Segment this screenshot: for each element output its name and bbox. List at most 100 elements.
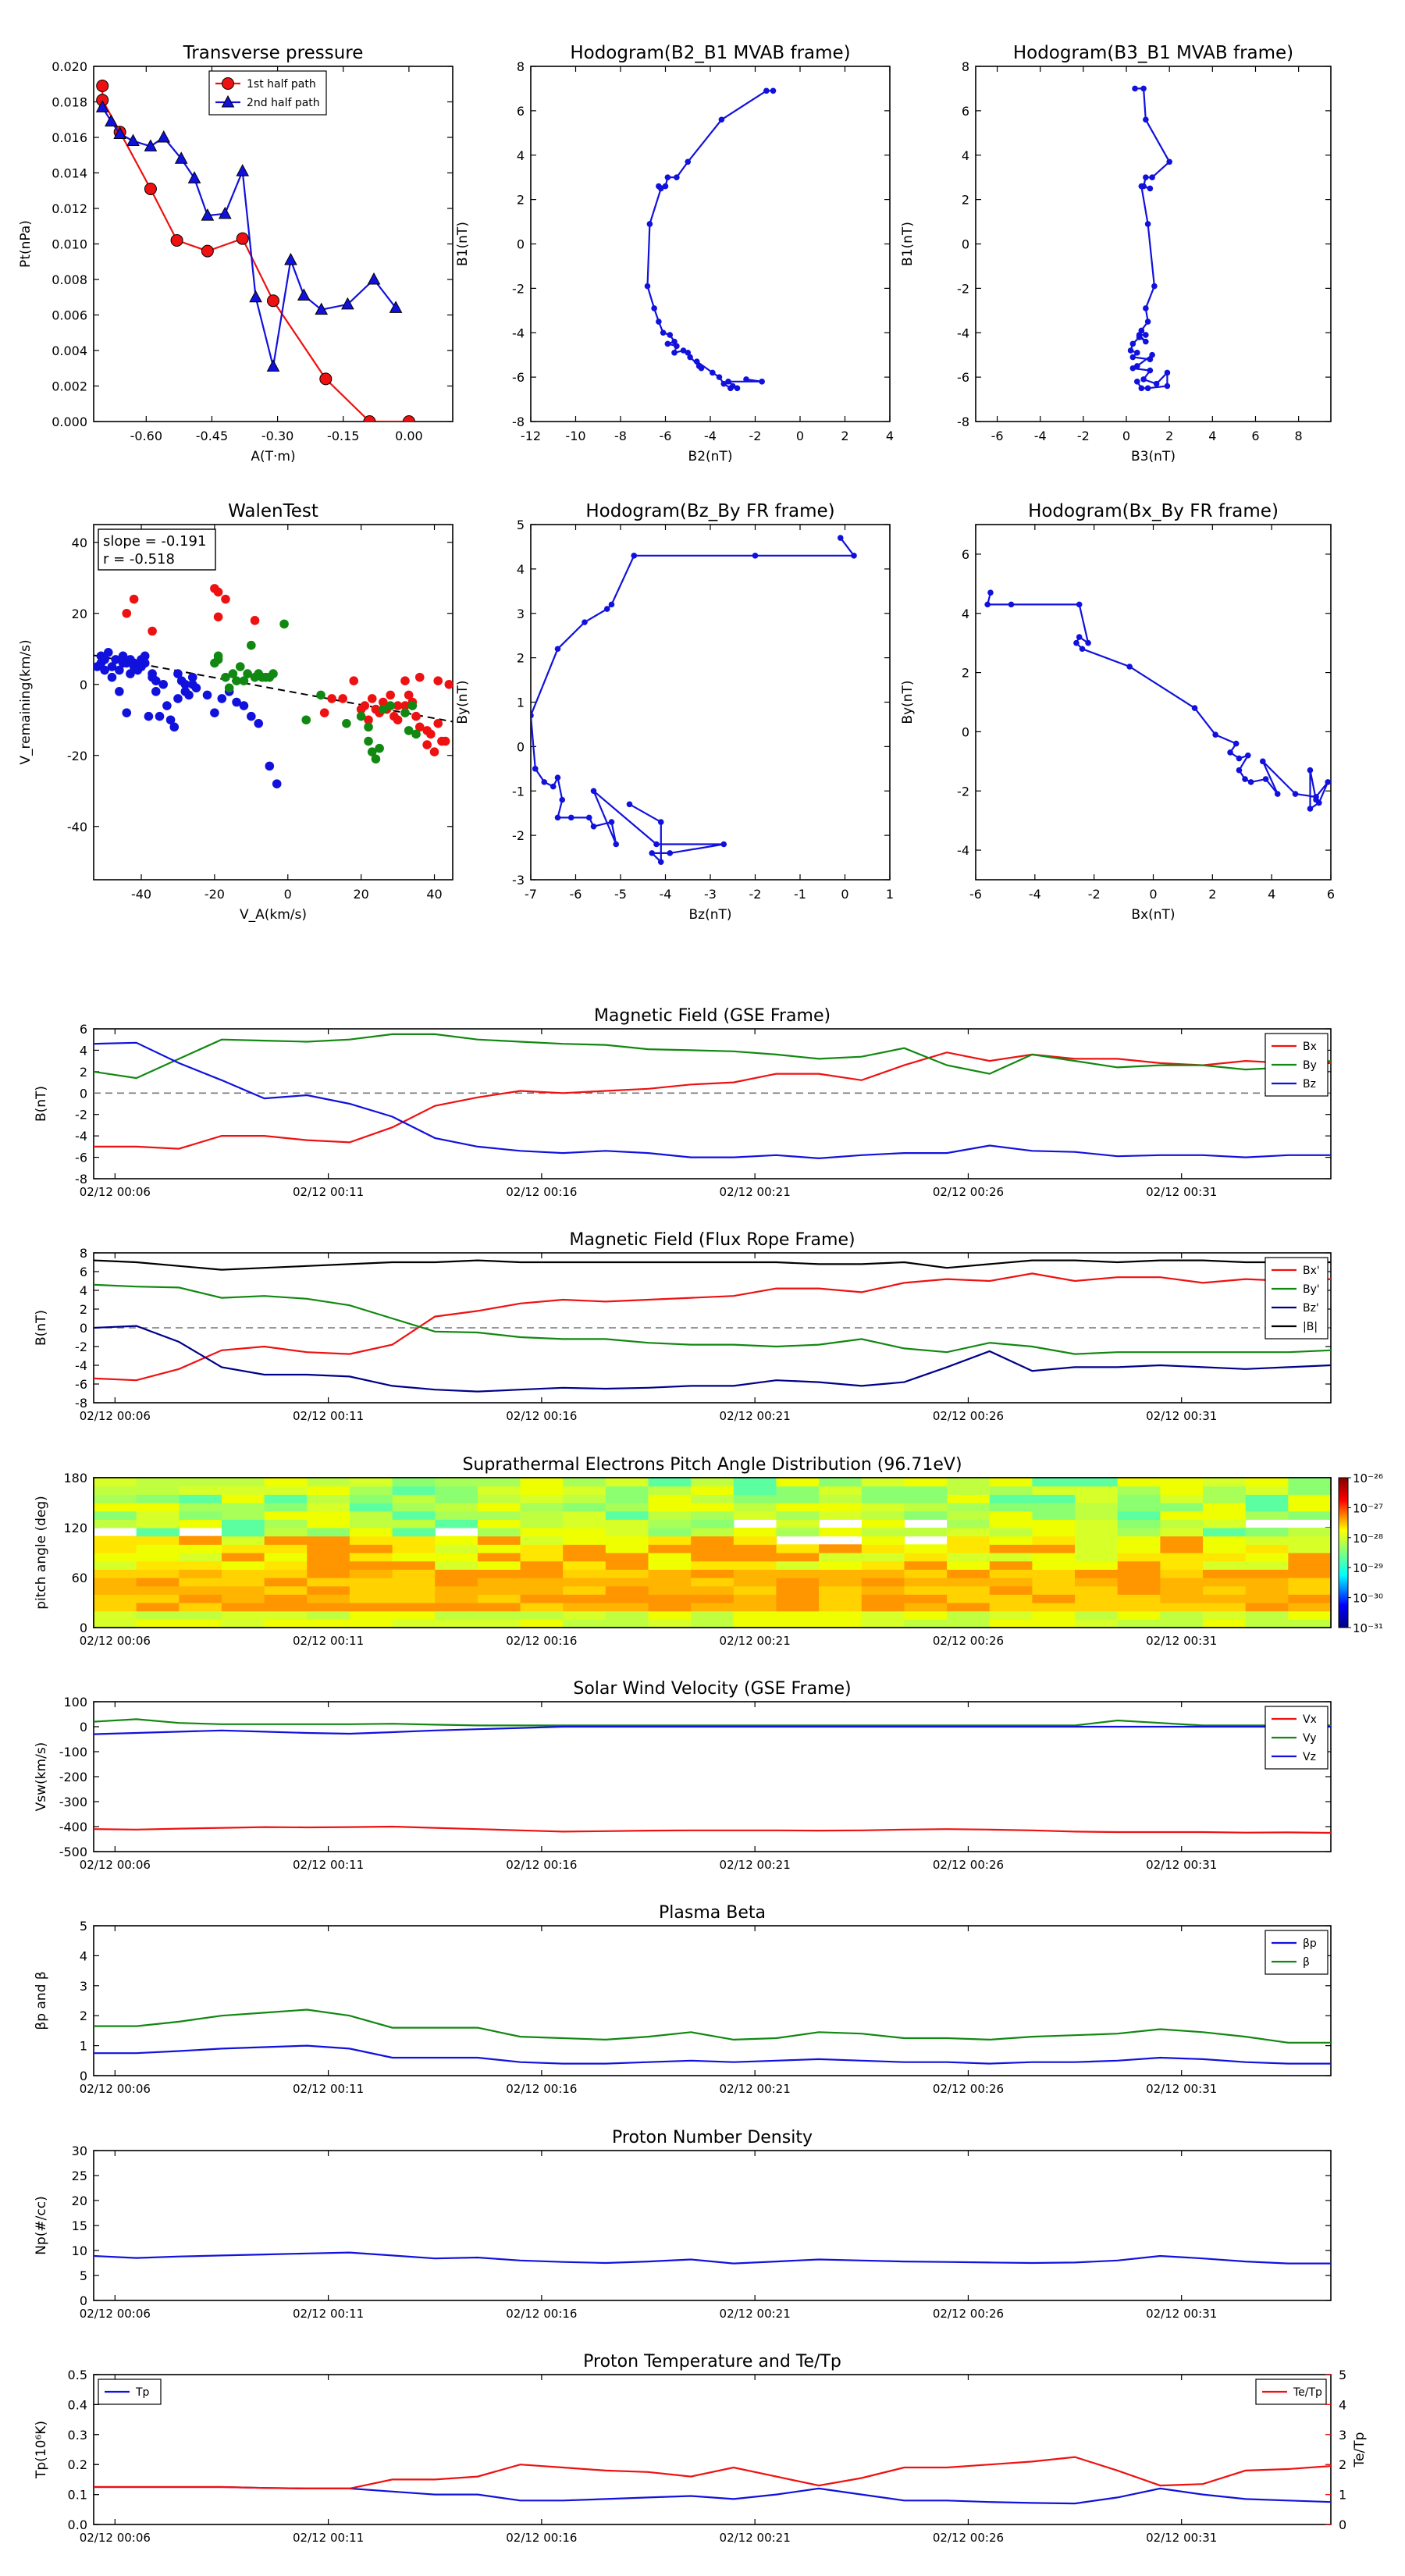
x-tick-label: 02/12 00:21 [720, 2307, 791, 2321]
y-tick-label: 20 [72, 607, 87, 621]
heatmap-cell [179, 1553, 222, 1562]
heatmap-cell [605, 1485, 649, 1495]
heatmap-cell [1245, 1485, 1289, 1495]
legend-label: Vx [1303, 1713, 1317, 1726]
data-point [1143, 338, 1149, 345]
y-tick-label: 60 [72, 1571, 87, 1585]
heatmap-cell [136, 1560, 180, 1570]
heatmap-cell [605, 1510, 649, 1520]
plot-area [94, 1478, 1331, 1628]
x-tick-label: 02/12 00:21 [720, 1185, 791, 1199]
data-point [236, 232, 249, 245]
x-tick-label: -7 [525, 887, 537, 902]
heatmap-cell [307, 1603, 350, 1612]
heatmap-cell [221, 1553, 265, 1562]
chart-title: Hodogram(Bx_By FR frame) [1028, 501, 1279, 521]
heatmap-cell [477, 1519, 521, 1528]
plot-area [984, 589, 1331, 812]
x-tick-label: -20 [205, 887, 225, 902]
heatmap-cell [861, 1503, 905, 1512]
heatmap-cell [1117, 1619, 1161, 1628]
x-tick-label: 02/12 00:16 [506, 1858, 577, 1872]
scatter-point [433, 676, 443, 685]
heatmap-cell [1203, 1535, 1247, 1545]
y-tick-label: -20 [67, 749, 87, 763]
data-point [550, 783, 557, 790]
heatmap-cell [605, 1603, 649, 1612]
heatmap-cell [776, 1478, 820, 1487]
heatmap-cell [1032, 1478, 1076, 1487]
heatmap-cell [1032, 1519, 1076, 1528]
data-point [1079, 646, 1086, 653]
data-point [1127, 347, 1134, 354]
heatmap-cell [1288, 1603, 1331, 1612]
heatmap-cell [392, 1485, 436, 1495]
heatmap-cell [221, 1494, 265, 1503]
data-point [1307, 767, 1314, 774]
data-point [1134, 350, 1140, 356]
x-tick-label: 4 [1208, 429, 1216, 443]
data-point [559, 796, 566, 803]
heatmap-cell [776, 1560, 820, 1570]
heatmap-cell [1117, 1569, 1161, 1578]
annotation-text: slope = -0.191 [103, 533, 206, 550]
scatter-point [151, 687, 161, 696]
heatmap-cell [435, 1569, 478, 1578]
y-tick-label: 0.004 [52, 343, 87, 358]
heatmap-cell [1075, 1553, 1119, 1562]
heatmap-cell [648, 1535, 692, 1545]
heatmap-cell [136, 1535, 180, 1545]
series-line [94, 1051, 1331, 1150]
heatmap-cell [221, 1594, 265, 1603]
data-point [1129, 340, 1136, 347]
heatmap-cell [691, 1544, 735, 1553]
heatmap-cell [264, 1619, 308, 1628]
x-tick-label: -4 [1029, 887, 1041, 902]
scatter-point [393, 715, 403, 725]
x-tick-label: 02/12 00:06 [80, 2082, 151, 2096]
x-tick-label: 02/12 00:26 [933, 2531, 1004, 2545]
heatmap-cell [435, 1560, 478, 1570]
heatmap-cell [477, 1560, 521, 1570]
y-axis-label: B(nT) [34, 1086, 49, 1122]
data-point [664, 340, 671, 347]
heatmap-cell [477, 1510, 521, 1520]
heatmap-cell [904, 1560, 948, 1570]
plot-frame [975, 66, 1332, 422]
heatmap-cell [1032, 1569, 1076, 1578]
heatmap-cell [861, 1594, 905, 1603]
data-point [1136, 334, 1143, 340]
heatmap-cell [1203, 1553, 1247, 1562]
heatmap-cell [1032, 1560, 1076, 1570]
data-point [1274, 791, 1281, 797]
heatmap-cell [1245, 1544, 1289, 1553]
heatmap-cell [861, 1528, 905, 1537]
heatmap-cell [1160, 1603, 1204, 1612]
y-tick-label: 20 [72, 2194, 87, 2208]
heatmap-cell [1032, 1578, 1076, 1587]
heatmap-cell [947, 1569, 991, 1578]
scatter-point [202, 690, 212, 700]
heatmap-cell [136, 1603, 180, 1612]
data-point [656, 318, 662, 325]
y-axis-label: By(nT) [900, 680, 916, 724]
data-point [698, 365, 705, 372]
data-point [582, 619, 588, 625]
heatmap-cell [94, 1569, 137, 1578]
data-point [367, 272, 381, 285]
data-point [649, 850, 656, 856]
scatter-point [440, 736, 450, 746]
heatmap-cell [1117, 1503, 1161, 1512]
heatmap-cell [947, 1519, 991, 1528]
data-point [1138, 183, 1145, 190]
heatmap-cell [264, 1610, 308, 1620]
data-point [284, 252, 297, 265]
heatmap-cell [563, 1603, 606, 1612]
heatmap-cell [1075, 1610, 1119, 1620]
heatmap-cell [648, 1478, 692, 1487]
plot-area [95, 80, 415, 422]
data-point [297, 288, 311, 301]
y-tick-label: 0 [80, 1720, 87, 1735]
heatmap-cell [477, 1528, 521, 1537]
heatmap-cell [1245, 1594, 1289, 1603]
